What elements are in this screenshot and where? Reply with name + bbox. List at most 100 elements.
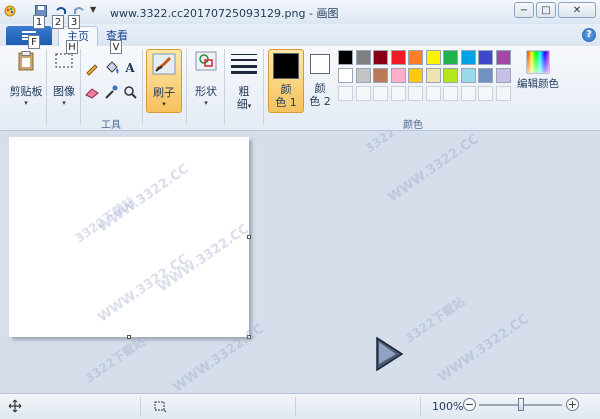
color-1-label-line1: 颜: [280, 83, 292, 96]
status-separator: [295, 397, 296, 416]
clipboard-button[interactable]: 剪贴板 ▾: [8, 50, 44, 107]
palette-swatch[interactable]: [495, 68, 511, 83]
palette-swatch[interactable]: [338, 86, 353, 101]
status-separator: [140, 397, 141, 416]
size-label-line1: 粗: [238, 85, 250, 98]
palette-swatch[interactable]: [408, 68, 423, 83]
edit-colors-button[interactable]: 编辑颜色: [516, 50, 560, 91]
zoom-in-button[interactable]: +: [566, 398, 579, 411]
palette-swatch[interactable]: [478, 86, 493, 101]
watermark-cn-text: 3322下载站: [82, 334, 148, 386]
zoom-level: 100%: [432, 400, 464, 413]
brushes-label: 刷子: [153, 86, 175, 99]
keytip-home: H: [66, 40, 78, 54]
shapes-dropdown-chevron-icon: ▾: [204, 99, 208, 107]
palette-swatch[interactable]: [460, 86, 476, 101]
size-dropdown-chevron-icon: ▾: [247, 102, 252, 110]
minimize-button[interactable]: −: [514, 2, 534, 18]
clipboard-icon: [18, 51, 34, 71]
keytip-file: F: [28, 35, 40, 49]
keytip-qat-1: 1: [33, 15, 45, 29]
resize-handle-corner[interactable]: [247, 335, 251, 339]
palette-swatch[interactable]: [443, 68, 458, 83]
color-1-swatch: [273, 53, 299, 79]
palette-swatch[interactable]: [373, 50, 388, 65]
palette-swatch[interactable]: [495, 86, 511, 101]
colors-group-label: 颜色: [403, 120, 423, 131]
shapes-button[interactable]: 形状 ▾: [190, 50, 222, 107]
palette-swatch[interactable]: [373, 68, 388, 83]
palette-swatch[interactable]: [373, 86, 388, 101]
palette-swatch[interactable]: [390, 68, 406, 83]
size-button[interactable]: 粗 细▾: [228, 52, 260, 113]
palette-swatch[interactable]: [443, 50, 458, 65]
keytip-view: V: [110, 40, 122, 54]
palette-swatch[interactable]: [460, 68, 476, 83]
size-label-line2: 细: [236, 98, 248, 111]
line-width-icon: [231, 54, 257, 74]
help-icon[interactable]: ?: [582, 28, 596, 42]
image-button[interactable]: 图像 ▾: [50, 50, 78, 107]
canvas-workspace: WWW.3322.CC 3322下载站 WWW.3322.CC WWW.3322…: [0, 131, 600, 393]
ribbon-home: 剪贴板 ▾ 图像 ▾ A 工具 刷子 ▾ 形状 ▾ 粗 细▾ 颜 色 1 颜 色…: [0, 46, 600, 131]
group-separator: [263, 49, 264, 125]
palette-swatch[interactable]: [425, 50, 441, 65]
brushes-button[interactable]: 刷子 ▾: [146, 49, 182, 113]
shapes-label: 形状: [195, 85, 217, 98]
eraser-icon[interactable]: [83, 84, 101, 102]
paint-app-icon[interactable]: [4, 4, 18, 18]
palette-swatch[interactable]: [355, 50, 371, 65]
clipboard-label: 剪贴板: [9, 85, 43, 98]
palette-swatch[interactable]: [408, 86, 423, 101]
clipboard-dropdown-chevron-icon: ▾: [24, 99, 28, 107]
zoom-out-button[interactable]: −: [463, 398, 476, 411]
maximize-button[interactable]: □: [536, 2, 556, 18]
color-palette: [338, 50, 514, 106]
palette-swatch[interactable]: [478, 50, 493, 65]
text-tool-icon[interactable]: A: [121, 59, 139, 77]
color-2-swatch: [310, 54, 330, 74]
fill-bucket-icon[interactable]: [102, 60, 120, 78]
brushes-dropdown-chevron-icon: ▾: [162, 100, 166, 108]
palette-swatch[interactable]: [425, 86, 441, 101]
palette-swatch[interactable]: [355, 68, 371, 83]
magnifier-icon[interactable]: [121, 84, 139, 102]
status-bar: 100% − +: [0, 393, 600, 419]
watermark-text: WWW.3322.CC: [385, 131, 482, 206]
color-picker-icon[interactable]: [102, 84, 120, 102]
group-separator: [46, 49, 47, 125]
resize-handle-right[interactable]: [247, 235, 251, 239]
color-spectrum-icon: [526, 50, 550, 74]
palette-swatch[interactable]: [408, 50, 423, 65]
image-dropdown-chevron-icon: ▾: [62, 99, 66, 107]
palette-swatch[interactable]: [495, 50, 511, 65]
tab-home[interactable]: 主页: [58, 26, 98, 47]
customize-qat-chevron-icon[interactable]: ▼: [90, 5, 96, 14]
group-separator: [80, 49, 81, 125]
resize-handle-bottom[interactable]: [127, 335, 131, 339]
watermark-text: WWW.3322.CC: [435, 311, 532, 386]
close-button[interactable]: ✕: [558, 2, 596, 18]
pencil-icon[interactable]: [83, 60, 101, 78]
color-2-label-line1: 颜: [314, 82, 326, 95]
color-1-button[interactable]: 颜 色 1: [268, 49, 304, 113]
mouse-cursor-icon: [376, 336, 404, 372]
selection-size-icon: [154, 401, 167, 413]
keytip-qat-3: 3: [68, 15, 80, 29]
ribbon-tab-row: 主页 查看 ?: [0, 24, 600, 47]
palette-swatch[interactable]: [338, 50, 353, 65]
drawing-canvas[interactable]: [9, 137, 249, 337]
zoom-slider[interactable]: [479, 398, 562, 411]
edit-colors-label: 编辑颜色: [517, 78, 559, 90]
palette-swatch[interactable]: [443, 86, 458, 101]
color-2-button[interactable]: 颜 色 2: [306, 52, 334, 108]
palette-swatch[interactable]: [338, 68, 353, 83]
palette-swatch[interactable]: [390, 50, 406, 65]
palette-swatch[interactable]: [390, 86, 406, 101]
palette-swatch[interactable]: [355, 86, 371, 101]
group-separator: [224, 49, 225, 125]
zoom-slider-thumb[interactable]: [517, 398, 524, 411]
palette-swatch[interactable]: [478, 68, 493, 83]
palette-swatch[interactable]: [425, 68, 441, 83]
palette-swatch[interactable]: [460, 50, 476, 65]
